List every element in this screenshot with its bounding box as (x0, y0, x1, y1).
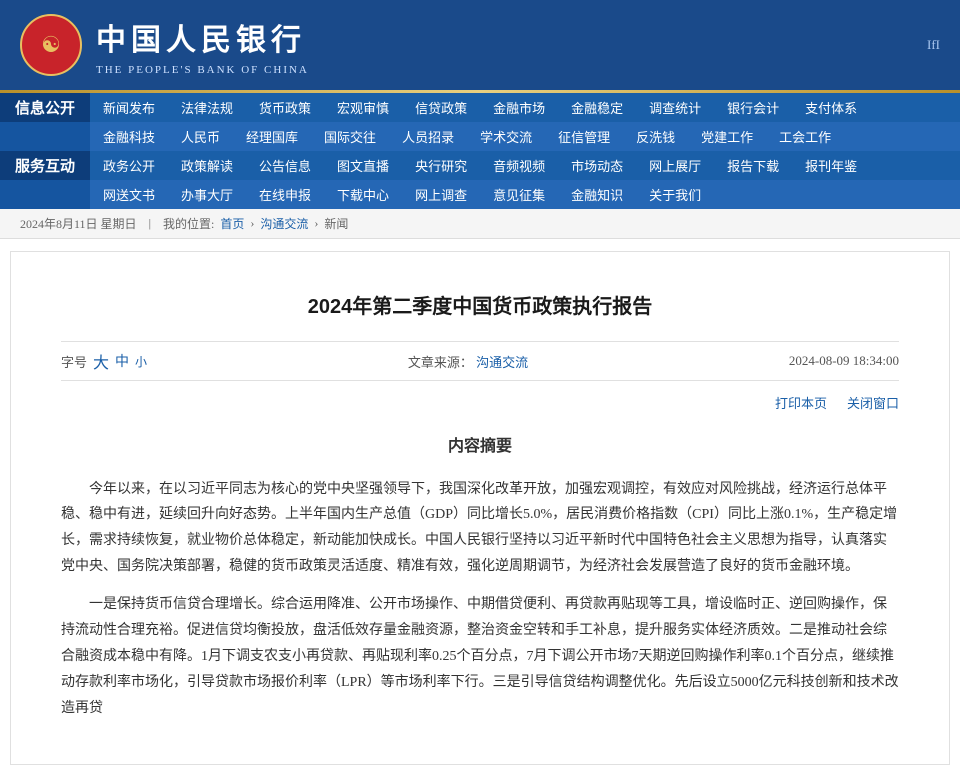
nav-item-download[interactable]: 下载中心 (324, 180, 402, 209)
logo-text: 中国人民银行 THE PEOPLE'S BANK OF CHINA (96, 15, 309, 76)
nav-item-aml[interactable]: 反洗钱 (623, 122, 688, 151)
article-source: 文章来源： 沟通交流 (408, 352, 528, 371)
paragraph-1: 今年以来，在以习近平同志为核心的党中央坚强领导下，我国深化改革开放，加强宏观调控… (61, 477, 899, 581)
breadcrumb-arrow1: › (250, 216, 254, 231)
breadcrumb-date: 2024年8月11日 星期日 (20, 215, 137, 232)
nav-row-2: 金融科技 人民币 经理国库 国际交往 人员招录 学术交流 征信管理 反洗钱 党建… (0, 122, 960, 151)
nav-item-macro[interactable]: 宏观审慎 (324, 93, 402, 122)
nav-item-credit[interactable]: 信贷政策 (402, 93, 480, 122)
nav-items-row1: 新闻发布 法律法规 货币政策 宏观审慎 信贷政策 金融市场 金融稳定 调查统计 … (90, 93, 870, 122)
breadcrumb-arrow2: › (314, 216, 318, 231)
nav-label-empty2 (0, 180, 90, 209)
article-body: 内容摘要 今年以来，在以习近平同志为核心的党中央坚强领导下，我国深化改革开放，加… (61, 432, 899, 722)
nav-item-about[interactable]: 关于我们 (636, 180, 714, 209)
nav-item-fin-market[interactable]: 金融市场 (480, 93, 558, 122)
source-label: 文章来源： (408, 355, 473, 370)
meta-row: 字号 大 中 小 文章来源： 沟通交流 2024-08-09 18:34:00 (61, 341, 899, 381)
nav-item-fin-know[interactable]: 金融知识 (558, 180, 636, 209)
pboc-emblem-icon: ☯ (20, 14, 82, 76)
font-size-controls: 字号 大 中 小 (61, 349, 147, 373)
nav-label-fuwu: 服务互动 (0, 151, 90, 180)
nav-item-apply[interactable]: 在线申报 (246, 180, 324, 209)
nav-item-gov[interactable]: 政务公开 (90, 151, 168, 180)
nav-label-xinxi: 信息公开 (0, 93, 90, 122)
nav-item-fin-stable[interactable]: 金融稳定 (558, 93, 636, 122)
nav-item-recruit[interactable]: 人员招录 (389, 122, 467, 151)
article-date: 2024-08-09 18:34:00 (789, 353, 899, 369)
nav-items-row4: 网送文书 办事大厅 在线申报 下载中心 网上调查 意见征集 金融知识 关于我们 (90, 180, 714, 209)
nav-item-media[interactable]: 音频视频 (480, 151, 558, 180)
nav-item-payment[interactable]: 支付体系 (792, 93, 870, 122)
nav-item-survey[interactable]: 调查统计 (636, 93, 714, 122)
nav-item-news[interactable]: 新闻发布 (90, 93, 168, 122)
nav-item-report-dl[interactable]: 报告下载 (714, 151, 792, 180)
nav-item-policy[interactable]: 政策解读 (168, 151, 246, 180)
nav-item-credit-mgmt[interactable]: 征信管理 (545, 122, 623, 151)
nav-item-academic[interactable]: 学术交流 (467, 122, 545, 151)
article-title: 2024年第二季度中国货币政策执行报告 (61, 272, 899, 341)
print-link[interactable]: 打印本页 (775, 393, 827, 412)
content-wrapper: 2024年第二季度中国货币政策执行报告 字号 大 中 小 文章来源： 沟通交流 … (10, 251, 950, 765)
paragraph-2: 一是保持货币信贷合理增长。综合运用降准、公开市场操作、中期借贷便利、再贷款再贴现… (61, 592, 899, 721)
logo-cn-text: 中国人民银行 (96, 15, 309, 59)
breadcrumb-location-label: 我的位置: (163, 215, 214, 232)
breadcrumb-comm[interactable]: 沟通交流 (260, 215, 308, 232)
nav-item-feedback[interactable]: 意见征集 (480, 180, 558, 209)
header-search-area: IfI (927, 37, 940, 53)
nav-item-yearbook[interactable]: 报刊年鉴 (792, 151, 870, 180)
nav-item-graphic[interactable]: 图文直播 (324, 151, 402, 180)
nav-item-monetary[interactable]: 货币政策 (246, 93, 324, 122)
breadcrumb-current: 新闻 (324, 215, 348, 232)
nav-item-fintech[interactable]: 金融科技 (90, 122, 168, 151)
action-row: 打印本页 关闭窗口 (61, 389, 899, 422)
nav-items-row2: 金融科技 人民币 经理国库 国际交往 人员招录 学术交流 征信管理 反洗钱 党建… (90, 122, 844, 151)
nav-item-survey2[interactable]: 网上调查 (402, 180, 480, 209)
nav-item-notice[interactable]: 公告信息 (246, 151, 324, 180)
nav-item-rmb[interactable]: 人民币 (168, 122, 233, 151)
nav-row-3: 服务互动 政务公开 政策解读 公告信息 图文直播 央行研究 音频视频 市场动态 … (0, 151, 960, 180)
font-medium-btn[interactable]: 中 (115, 351, 129, 371)
nav-item-send-doc[interactable]: 网送文书 (90, 180, 168, 209)
nav-item-market-dyn[interactable]: 市场动态 (558, 151, 636, 180)
font-small-btn[interactable]: 小 (135, 353, 147, 370)
font-large-btn[interactable]: 大 (93, 349, 109, 373)
logo-en-text: THE PEOPLE'S BANK OF CHINA (96, 64, 309, 76)
font-label: 字号 (61, 352, 87, 371)
nav-items-row3: 政务公开 政策解读 公告信息 图文直播 央行研究 音频视频 市场动态 网上展厅 … (90, 151, 870, 180)
nav-item-treasury[interactable]: 经理国库 (233, 122, 311, 151)
nav-item-union[interactable]: 工会工作 (766, 122, 844, 151)
logo-area: ☯ 中国人民银行 THE PEOPLE'S BANK OF CHINA (20, 14, 309, 76)
nav-row-4: 网送文书 办事大厅 在线申报 下载中心 网上调查 意见征集 金融知识 关于我们 (0, 180, 960, 209)
nav-item-service-hall[interactable]: 办事大厅 (168, 180, 246, 209)
svg-text:☯: ☯ (41, 32, 61, 57)
nav-item-law[interactable]: 法律法规 (168, 93, 246, 122)
nav-row-1: 信息公开 新闻发布 法律法规 货币政策 宏观审慎 信贷政策 金融市场 金融稳定 … (0, 93, 960, 122)
header: ☯ 中国人民银行 THE PEOPLE'S BANK OF CHINA IfI (0, 0, 960, 90)
breadcrumb-bar: 2024年8月11日 星期日 | 我的位置: 首页 › 沟通交流 › 新闻 (0, 209, 960, 239)
section-title: 内容摘要 (61, 432, 899, 462)
close-link[interactable]: 关闭窗口 (847, 393, 899, 412)
source-link[interactable]: 沟通交流 (476, 355, 528, 370)
breadcrumb-sep1: | (149, 216, 151, 231)
nav-label-empty1 (0, 122, 90, 151)
nav-item-party[interactable]: 党建工作 (688, 122, 766, 151)
nav-item-research[interactable]: 央行研究 (402, 151, 480, 180)
nav-item-intl[interactable]: 国际交往 (311, 122, 389, 151)
nav-item-online-hall[interactable]: 网上展厅 (636, 151, 714, 180)
nav-item-banking[interactable]: 银行会计 (714, 93, 792, 122)
breadcrumb-home[interactable]: 首页 (220, 215, 244, 232)
